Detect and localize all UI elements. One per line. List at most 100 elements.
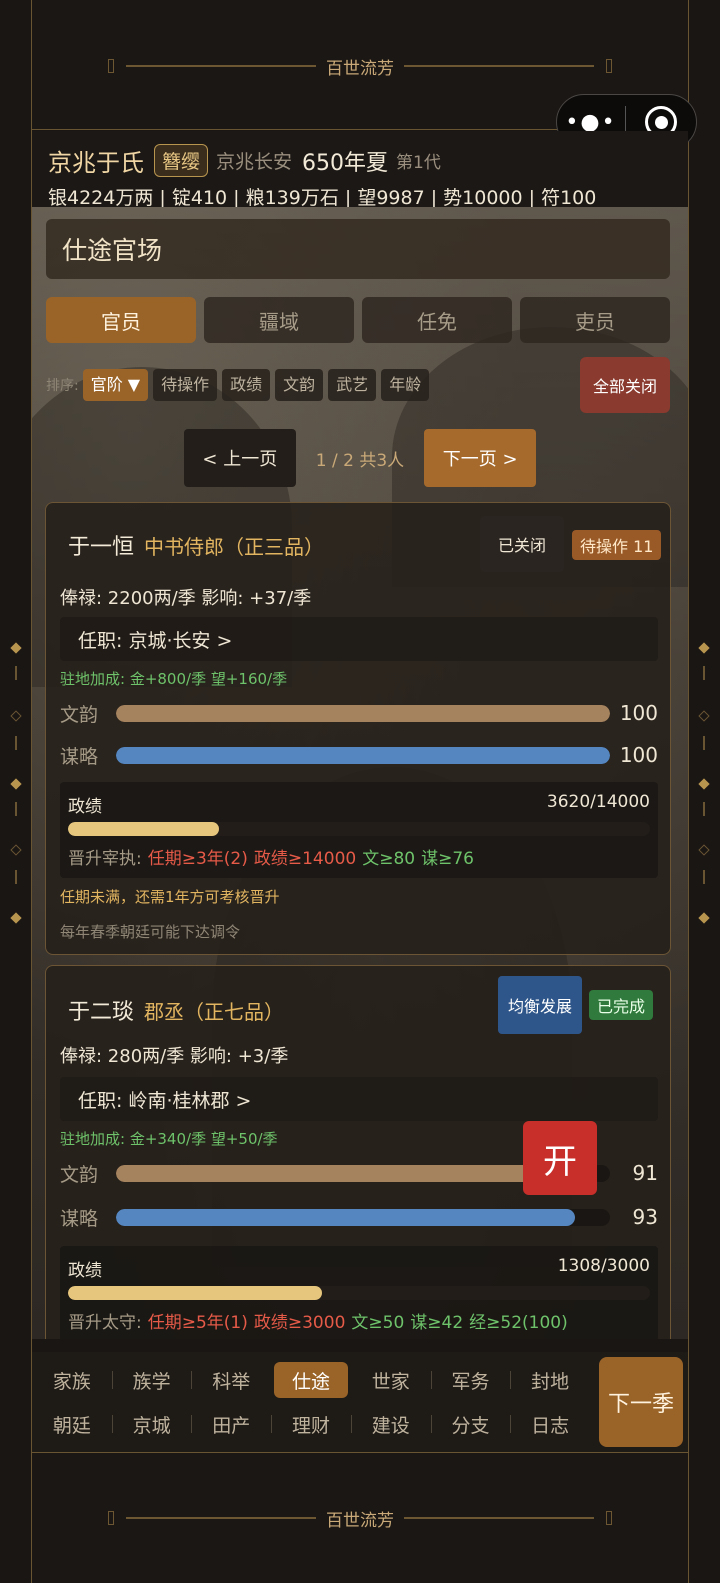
bottom-nav: 家族 族学 科举 仕途 世家 军务 封地 朝廷 京城 田产 理财 建设 分支 日志 下一季: [32, 1352, 688, 1452]
promotion-requirement: 经≥52(100): [469, 1313, 568, 1333]
performance-track: [68, 822, 650, 836]
attr-value: 100: [619, 701, 658, 725]
performance-label: 政绩: [68, 1261, 102, 1281]
banner-title: 百世流芳: [326, 58, 394, 79]
attr-fill: [116, 746, 610, 764]
sort-label: 排序:: [46, 378, 79, 394]
nav-grid: 家族 族学 科举 仕途 世家 军务 封地 朝廷 京城 田产 理财 建设 分支 日志: [32, 1358, 590, 1446]
prev-page-button[interactable]: < 上一页: [183, 429, 296, 487]
salary-influence: 俸禄: 280两/季 影响: +3/季: [60, 1046, 289, 1067]
nav-item[interactable]: 家族: [32, 1362, 112, 1398]
nav-item[interactable]: 京城: [111, 1406, 192, 1442]
promotion-requirement: 文≥80: [362, 849, 416, 869]
performance-value: 3620/14000: [546, 792, 650, 812]
sort-pending[interactable]: 待操作: [153, 369, 218, 401]
attr-label: 文韵: [60, 703, 99, 726]
tab-appointment[interactable]: 任免: [362, 297, 512, 343]
official-name: 于二琰: [68, 1000, 135, 1025]
career-tabs: 官员 疆域 任免 吏员: [46, 297, 670, 343]
sort-age[interactable]: 年龄: [381, 369, 430, 401]
nav-item[interactable]: 田产: [191, 1406, 271, 1442]
completed-badge: 已完成: [589, 990, 654, 1020]
promotion-requirement: 谋≥76: [421, 849, 474, 869]
sort-rank[interactable]: 官阶 ▼: [82, 369, 149, 401]
nav-item[interactable]: 封地: [510, 1362, 590, 1398]
nav-item[interactable]: 分支: [430, 1406, 511, 1442]
attr-track: [116, 704, 610, 722]
performance-track: [68, 1286, 650, 1300]
official-name-line: 于二琰 郡丞（正七品）: [68, 994, 284, 1026]
attr-label: 文韵: [60, 1163, 99, 1186]
attr-track: [116, 746, 610, 764]
attr-label: 谋略: [60, 745, 99, 768]
station-bonus: 驻地加成: 金+340/季 望+50/季: [60, 1130, 278, 1148]
banner-title: 百世流芳: [326, 1510, 394, 1531]
close-all-button[interactable]: 全部关闭: [580, 357, 670, 413]
side-ornament-left: [10, 640, 22, 940]
promotion-requirements: 晋升太守: 任期≥5年(1) 政绩≥3000 文≥50 谋≥42 经≥52(100): [68, 1308, 568, 1333]
tab-territory[interactable]: 疆域: [204, 297, 354, 343]
nav-item[interactable]: 日志: [510, 1406, 590, 1442]
family-location: 京兆长安: [216, 151, 293, 173]
tab-officials[interactable]: 官员: [46, 297, 196, 343]
side-ornament-right: [698, 640, 710, 940]
nav-row: 家族 族学 科举 仕途 世家 军务 封地: [32, 1358, 590, 1402]
nav-item[interactable]: 世家: [351, 1362, 431, 1398]
official-card: 于一恒 中书侍郎（正三品） 已关闭 待操作 11 俸禄: 2200两/季 影响: …: [45, 502, 671, 955]
attr-value: 91: [632, 1161, 658, 1185]
family-name: 京兆于氏: [48, 149, 144, 177]
status-header: 京兆于氏 簪缨 京兆长安 650年夏 第1代 银4224万两 | 锭410 | …: [32, 131, 688, 209]
attr-literary: 文韵 100: [60, 699, 658, 727]
banner-line-left: [108, 1511, 316, 1525]
banner-line-right: [404, 1511, 612, 1525]
official-post: 中书侍郎（正三品）: [144, 535, 325, 559]
attr-strategy: 谋略 100: [60, 741, 658, 769]
official-post: 郡丞（正七品）: [144, 1000, 285, 1024]
sort-martial[interactable]: 武艺: [328, 369, 377, 401]
tenure-note: 任期未满，还需1年方可考核晋升: [60, 888, 280, 906]
promotion-requirement: 谋≥42: [410, 1313, 464, 1333]
tab-clerks[interactable]: 吏员: [520, 297, 670, 343]
salary-influence: 俸禄: 2200两/季 影响: +37/季: [60, 588, 312, 609]
promotion-requirement: 任期≥3年(2): [147, 849, 248, 869]
nav-item[interactable]: 科举: [191, 1362, 271, 1398]
sort-literary[interactable]: 文韵: [275, 369, 324, 401]
generation: 第1代: [396, 153, 441, 173]
performance-fill: [68, 822, 219, 836]
performance-box: 政绩 3620/14000 晋升宰执: 任期≥3年(2) 政绩≥14000 文≥80 谋…: [60, 782, 658, 878]
pagination: < 上一页 1 / 2 共3人 下一页 >: [32, 429, 688, 487]
performance-box: 政绩 1308/3000 晋升太守: 任期≥5年(1) 政绩≥3000 文≥50 谋≥4…: [60, 1246, 658, 1339]
nav-item[interactable]: 建设: [350, 1406, 431, 1442]
office-location-link[interactable]: 任职: 岭南·桂林郡 >: [60, 1077, 658, 1121]
section-title: 仕途官场: [46, 219, 670, 279]
page-info: 1 / 2 共3人: [315, 450, 405, 471]
next-page-button[interactable]: 下一页 >: [424, 429, 537, 487]
nav-item[interactable]: 理财: [271, 1406, 351, 1442]
frame-right-line: [688, 0, 689, 1583]
nav-item[interactable]: 军务: [430, 1362, 511, 1398]
strategy-badge[interactable]: 均衡发展: [498, 976, 582, 1034]
pending-badge: 待操作 11: [572, 530, 662, 560]
banner-line-left: [108, 59, 316, 73]
next-season-button[interactable]: 下一季: [599, 1357, 683, 1447]
sort-performance[interactable]: 政绩: [222, 369, 271, 401]
closed-badge[interactable]: 已关闭: [480, 516, 564, 572]
official-name-line: 于一恒 中书侍郎（正三品）: [68, 529, 324, 561]
promotion-label: 晋升宰执:: [68, 849, 142, 869]
performance-fill: [68, 1286, 322, 1300]
open-button[interactable]: 开: [523, 1121, 597, 1195]
bottom-banner: 百世流芳: [0, 1498, 720, 1538]
nav-item[interactable]: 朝廷: [32, 1406, 112, 1442]
office-location-link[interactable]: 任职: 京城·长安 >: [60, 617, 658, 661]
top-banner: 百世流芳: [0, 46, 720, 86]
promotion-requirement: 任期≥5年(1): [147, 1313, 248, 1333]
nav-row: 朝廷 京城 田产 理财 建设 分支 日志: [32, 1402, 590, 1446]
attr-track: [116, 1208, 610, 1226]
nav-item[interactable]: 族学: [111, 1362, 192, 1398]
nav-item[interactable]: 仕途: [274, 1362, 348, 1398]
promotion-label: 晋升太守:: [68, 1313, 142, 1333]
attr-strategy: 谋略 93: [60, 1203, 658, 1231]
performance-value: 1308/3000: [557, 1256, 650, 1276]
spring-note: 每年春季朝廷可能下达调令: [60, 923, 241, 941]
attr-fill: [116, 704, 610, 722]
